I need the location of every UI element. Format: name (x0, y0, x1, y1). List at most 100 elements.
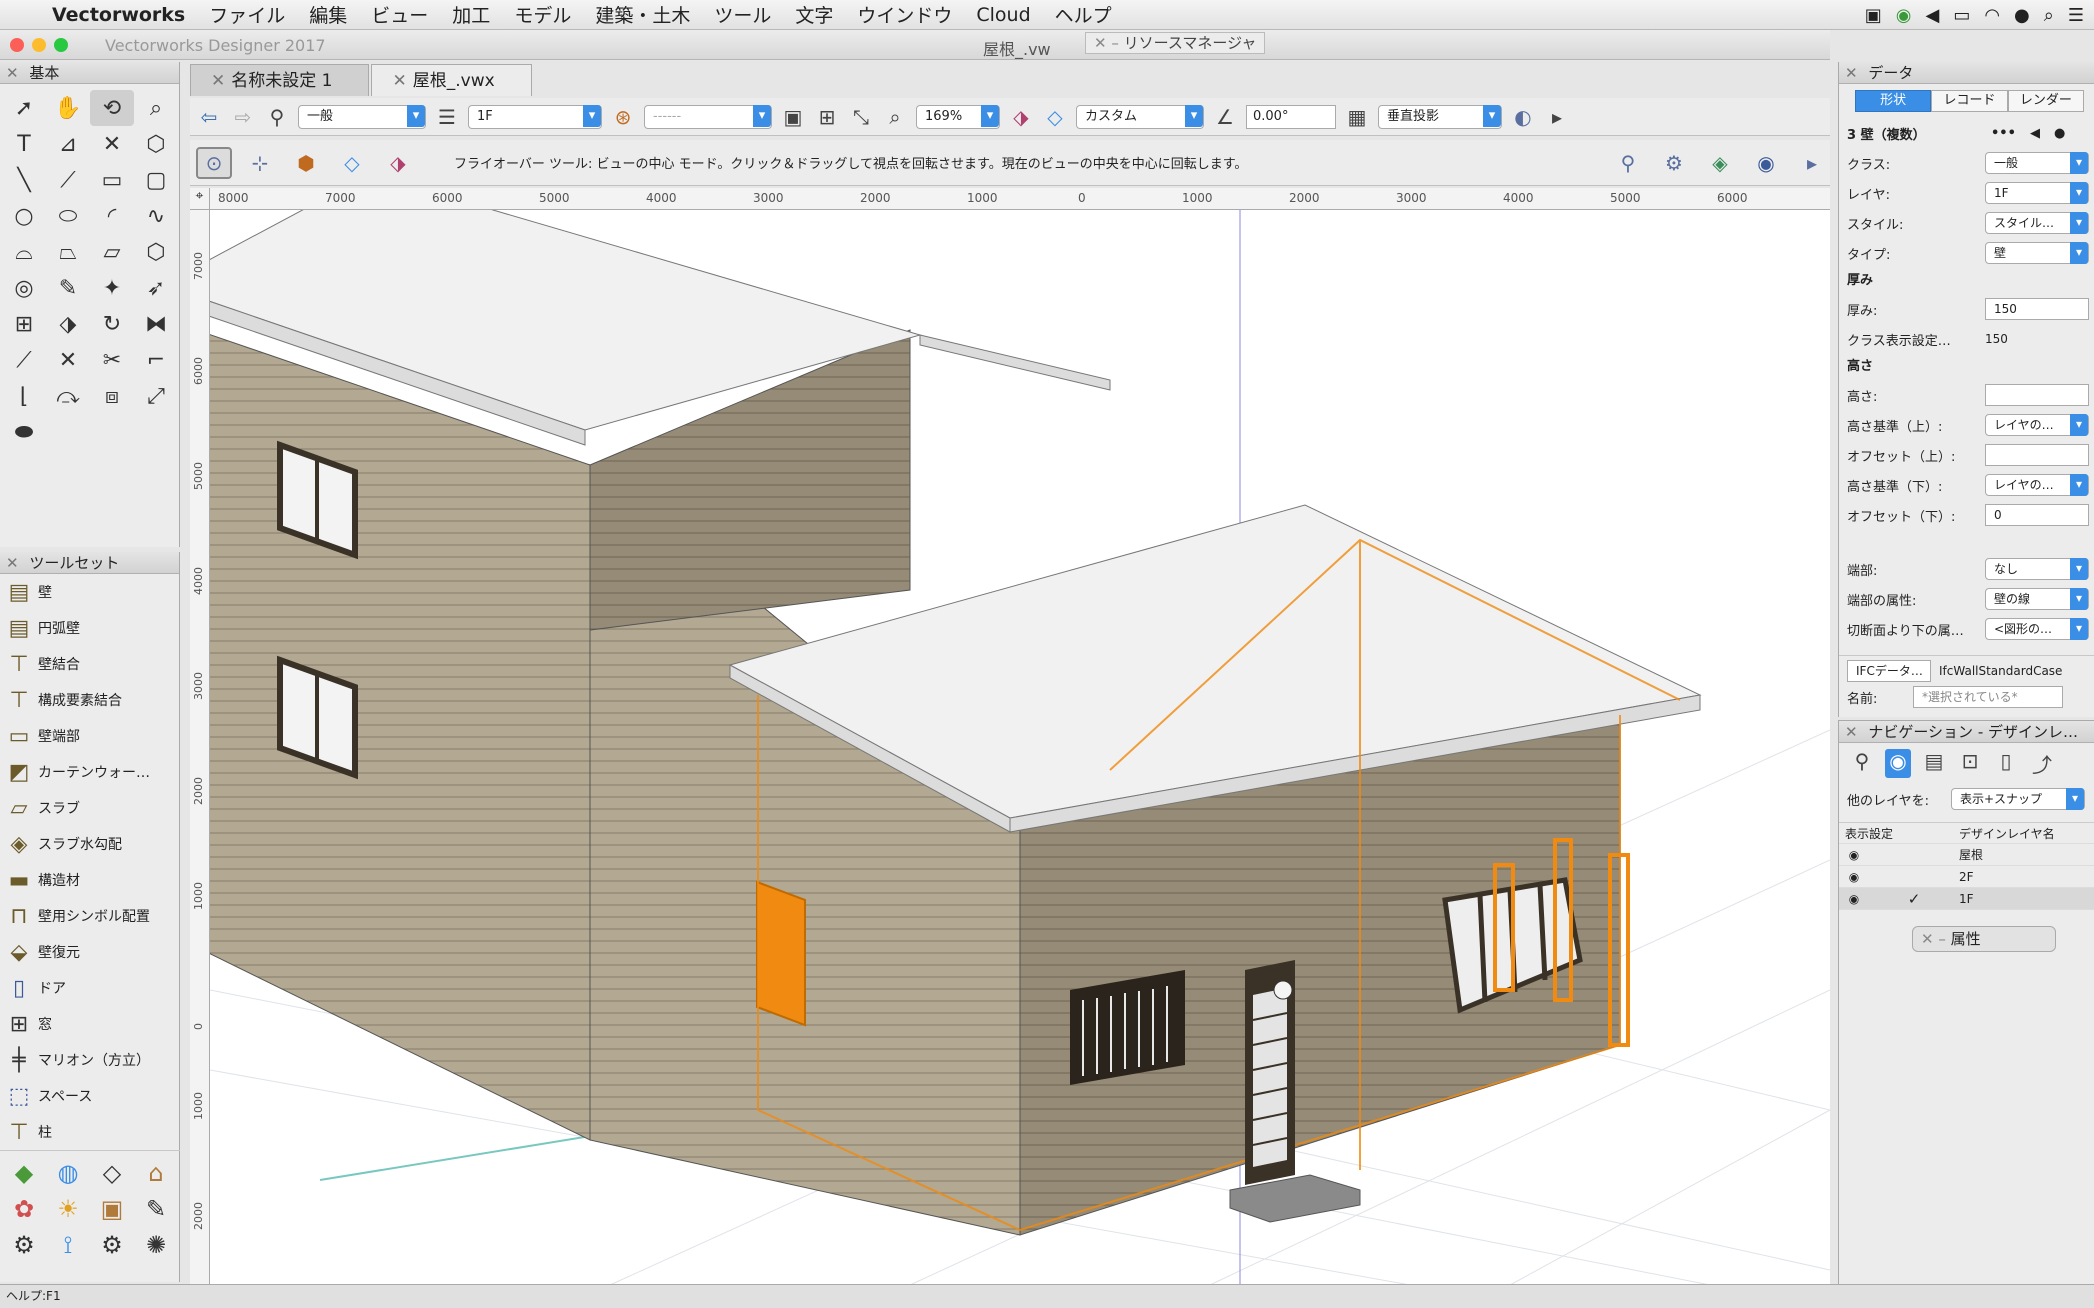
center-of-view-mode-icon[interactable]: ⊙ (196, 146, 232, 179)
menu-help[interactable]: ヘルプ (1043, 1, 1124, 28)
volume-icon[interactable]: ◀ (1925, 5, 1939, 26)
prev-object-icon[interactable]: ◀ (2030, 126, 2040, 141)
back-arrow-icon[interactable]: ⇦ (196, 105, 222, 129)
eye-icon[interactable]: ◉ (1839, 892, 1869, 906)
saved-views-icon[interactable]: ⚲ (264, 105, 290, 129)
saved-views-icon[interactable]: ⚲ (1849, 749, 1875, 778)
thickness-field[interactable]: 150 (1985, 298, 2089, 320)
resource-manager-tab[interactable]: ✕ – リソースマネージャ (1085, 32, 1266, 54)
lighting-options-icon[interactable]: ◐ (1510, 105, 1536, 129)
locus-tool-icon[interactable]: ✕ (90, 126, 134, 162)
tab-record[interactable]: レコード (1931, 90, 2008, 112)
ifc-data-button[interactable]: IFCデータ… (1847, 660, 1931, 682)
tool-framing-member[interactable]: ▬ 構造材 (0, 862, 179, 898)
oval-tool-icon[interactable]: ⬭ (46, 198, 90, 234)
tool-slab[interactable]: ▱ スラブ (0, 790, 179, 826)
tool-component-join[interactable]: ⊤ 構成要素結合 (0, 682, 179, 718)
height-field[interactable] (1985, 384, 2089, 406)
flyover-tool-icon[interactable]: ⟲ (90, 90, 134, 126)
bottom-offset-field[interactable]: 0 (1985, 504, 2089, 526)
type-dropdown[interactable]: 壁 (1985, 242, 2089, 264)
building-toolset-icon[interactable]: ⌂ (134, 1155, 178, 1191)
double-polygon-tool-icon[interactable]: ▱ (90, 234, 134, 270)
dims-toolset-icon[interactable]: ◇ (90, 1155, 134, 1191)
references-icon[interactable]: ⤴ (2029, 749, 2055, 778)
tool-column[interactable]: ⊤ 柱 (0, 1114, 179, 1150)
tool-mullion[interactable]: ╪ マリオン（方立） (0, 1042, 179, 1078)
close-icon[interactable]: ✕ (6, 64, 19, 82)
more-icon[interactable]: ••• (1991, 126, 2016, 141)
tab-render[interactable]: レンダー (2007, 90, 2084, 112)
tab-untitled[interactable]: ✕ 名称未設定 1 (190, 64, 370, 96)
3d-locus-tool-icon[interactable]: ⬡ (134, 126, 178, 162)
working-plane-mode-icon[interactable]: ◇ (334, 147, 370, 179)
tool-window[interactable]: ⊞ 窓 (0, 1006, 179, 1042)
user-icon[interactable]: ● (2014, 5, 2030, 26)
landscape-toolset-icon[interactable]: ◍ (46, 1155, 90, 1191)
clip-tool-icon[interactable]: ⧈ (90, 378, 134, 414)
tab-roof-file[interactable]: ✕ 屋根_.vwx (371, 64, 532, 96)
tool-wall-recovery[interactable]: ⬙ 壁復元 (0, 934, 179, 970)
furniture-toolset-icon[interactable]: ▣ (90, 1191, 134, 1227)
settings-toolset-icon[interactable]: ✺ (134, 1227, 178, 1263)
layer-row-1f[interactable]: ◉ ✓ 1F (1839, 888, 2094, 910)
viewports-icon[interactable]: ⊡ (1957, 749, 1983, 778)
tool-door[interactable]: ▯ ドア (0, 970, 179, 1006)
class-dropdown[interactable]: 一般 (1985, 152, 2089, 174)
drawing-canvas[interactable] (210, 210, 1830, 1285)
below-cut-dropdown[interactable]: <図形の… (1985, 618, 2089, 640)
bottom-bound-dropdown[interactable]: レイヤの… (1985, 474, 2089, 496)
layer-options-icon[interactable]: ⊛ (610, 105, 636, 129)
standard-views-icon[interactable]: ▣ (780, 105, 806, 129)
polygon-tool-icon[interactable]: ⏢ (46, 234, 90, 270)
menu-edit[interactable]: 編集 (297, 1, 359, 28)
line-tool-icon[interactable]: ╲ (2, 162, 46, 198)
pan-tool-icon[interactable]: ✋ (46, 90, 90, 126)
regular-polygon-tool-icon[interactable]: ⬡ (134, 234, 178, 270)
layer-row-roof[interactable]: ◉ 屋根 (1839, 844, 2094, 866)
unified-view-icon[interactable]: ▦ (1344, 105, 1370, 129)
top-offset-field[interactable] (1985, 444, 2089, 466)
attribute-mapping-tool-icon[interactable]: ✦ (90, 270, 134, 306)
trim-tool-icon[interactable]: ✕ (46, 342, 90, 378)
menu-modify[interactable]: 加工 (440, 1, 502, 28)
zoom-tool-icon[interactable]: ⌕ (134, 90, 178, 126)
ruler-origin-icon[interactable]: ⌖ (190, 188, 210, 210)
eye-icon[interactable]: ◉ (1839, 848, 1869, 862)
chamfer-tool-icon[interactable]: ⌊ (2, 378, 46, 414)
connect-tool-icon[interactable]: ✂ (90, 342, 134, 378)
close-icon[interactable]: ✕ – (1094, 34, 1124, 52)
close-icon[interactable]: ✕ (1845, 64, 1858, 82)
close-icon[interactable]: ✕ (6, 554, 19, 572)
camera-icon[interactable]: ▣ (1865, 5, 1882, 26)
close-icon[interactable]: ✕ (211, 71, 225, 91)
battery-icon[interactable]: ▭ (1953, 5, 1970, 26)
design-layers-icon[interactable]: ◉ (1885, 749, 1911, 778)
next-object-icon[interactable]: ● (2054, 126, 2065, 141)
rotate-tool-icon[interactable]: ↻ (90, 306, 134, 342)
text-tool-icon[interactable]: T (2, 126, 46, 162)
view-bar-more-icon[interactable]: ▸ (1544, 105, 1570, 129)
split-tool-icon[interactable]: ⟋ (2, 342, 46, 378)
double-line-tool-icon[interactable]: ⟋ (46, 162, 90, 198)
classes-icon[interactable]: ▯ (1993, 749, 2019, 778)
circle-tool-icon[interactable]: ○ (2, 198, 46, 234)
layer-row-2f[interactable]: ◉ 2F (1839, 866, 2094, 888)
cap-dropdown[interactable]: なし (1985, 558, 2089, 580)
selection-tool-icon[interactable]: ➚ (2, 90, 46, 126)
angle-icon[interactable]: ∠ (1212, 105, 1238, 129)
style-dropdown[interactable]: スタイル… (1985, 212, 2089, 234)
site-toolset-icon[interactable]: ◆ (2, 1155, 46, 1191)
rounded-rectangle-tool-icon[interactable]: ▢ (134, 162, 178, 198)
visibility-tool-icon[interactable]: ➶ (134, 270, 178, 306)
name-field[interactable]: *選択されている* (1913, 686, 2063, 708)
menu-file[interactable]: ファイル (197, 1, 297, 28)
notification-icon[interactable]: ☰ (2068, 5, 2084, 26)
camera-icon[interactable]: ◈ (1702, 147, 1738, 179)
tool-slab-drainage[interactable]: ◈ スラブ水勾配 (0, 826, 179, 862)
tool-wall[interactable]: ▤ 壁 (0, 574, 179, 610)
tool-preferences-icon[interactable]: ⚙ (1656, 147, 1692, 179)
move-tool-icon[interactable]: ⊞ (2, 306, 46, 342)
forward-arrow-icon[interactable]: ⇨ (230, 105, 256, 129)
mirror-tool-icon[interactable]: ⧓ (134, 306, 178, 342)
